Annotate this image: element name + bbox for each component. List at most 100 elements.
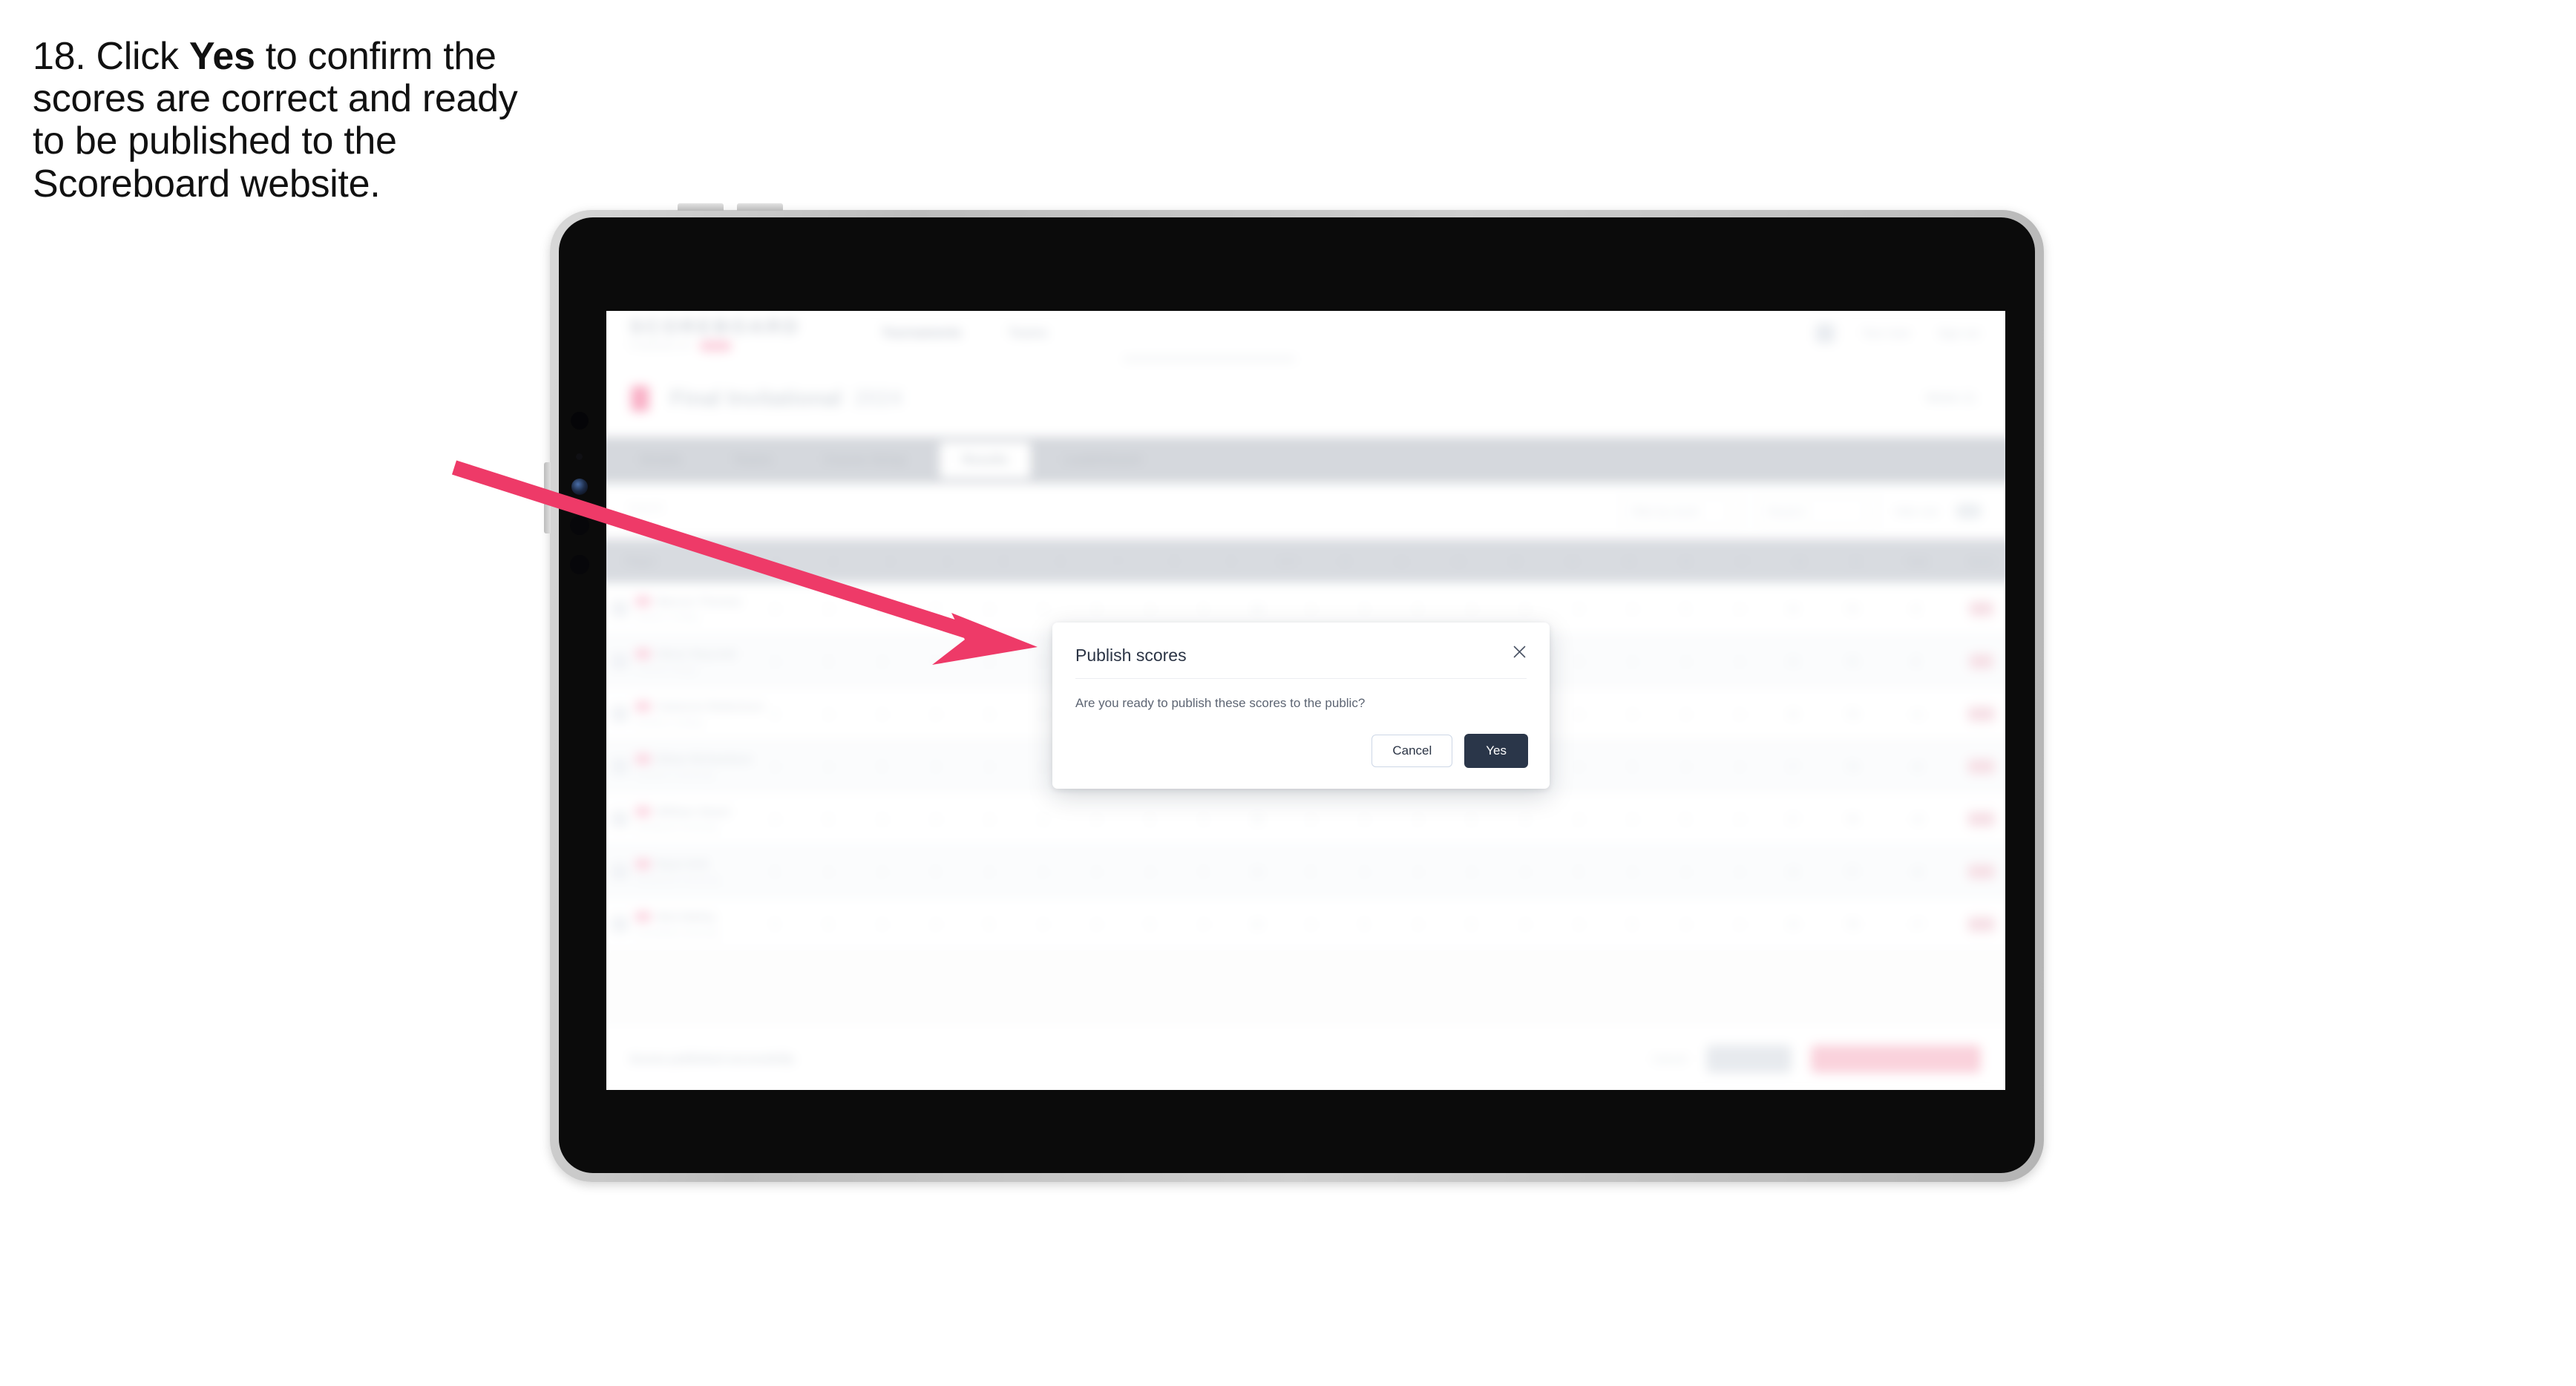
hole-score-cell[interactable]: 5: [909, 845, 963, 897]
hole-score-cell[interactable]: 4: [1713, 792, 1766, 844]
hole-score-cell[interactable]: 4: [1284, 792, 1337, 844]
hole-score-cell[interactable]: 4: [748, 792, 802, 844]
row-checkbox[interactable]: [611, 652, 629, 670]
hole-score-cell[interactable]: 4: [1391, 898, 1444, 950]
hole-score-cell[interactable]: 4: [1605, 845, 1659, 897]
hole-score-cell[interactable]: 4: [1659, 740, 1712, 792]
hole-score-cell[interactable]: 5: [802, 792, 855, 844]
hole-score-cell[interactable]: 5: [1445, 898, 1498, 950]
hole-score-cell[interactable]: 5: [1659, 582, 1712, 634]
nav-item-tournaments[interactable]: Tournaments: [882, 326, 962, 341]
round-select[interactable]: Round 1 ▾: [1757, 496, 1878, 527]
hole-score-cell[interactable]: 4: [1069, 845, 1123, 897]
hole-score-cell[interactable]: 4: [855, 688, 908, 740]
save-all-button[interactable]: Save all: [1706, 1045, 1792, 1073]
row-checkbox[interactable]: [611, 863, 629, 880]
hole-score-cell[interactable]: 3: [963, 688, 1016, 740]
hole-score-cell[interactable]: 4: [1391, 845, 1444, 897]
hole-score-cell[interactable]: 4: [1391, 792, 1444, 844]
hole-score-cell[interactable]: 5: [1659, 792, 1712, 844]
hole-score-cell[interactable]: 3: [909, 740, 963, 792]
footer-cancel-link[interactable]: Cancel: [1652, 1052, 1687, 1065]
hole-score-cell[interactable]: 3: [855, 582, 908, 634]
hole-score-cell[interactable]: 38: [1230, 792, 1284, 844]
table-row[interactable]: 7 Nick Bailey Greenfield University 5 5 4 4 5 4 4…: [606, 898, 2005, 950]
search-input[interactable]: Search: [628, 502, 667, 521]
hole-score-cell[interactable]: 4: [1713, 688, 1766, 740]
hole-score-cell[interactable]: 4: [963, 792, 1016, 844]
hole-score-cell[interactable]: 4: [1713, 845, 1766, 897]
hole-score-cell[interactable]: 4: [802, 582, 855, 634]
hide-cuts-toggle[interactable]: [1955, 503, 1982, 519]
hole-score-cell[interactable]: 3: [1552, 635, 1605, 687]
yes-button[interactable]: Yes: [1464, 734, 1528, 768]
tab-results[interactable]: Results: [940, 441, 1031, 479]
hole-score-cell[interactable]: 3: [1552, 582, 1605, 634]
hole-score-cell[interactable]: 4: [1552, 792, 1605, 844]
hole-score-cell[interactable]: 5: [748, 688, 802, 740]
hole-score-cell[interactable]: 5: [1605, 898, 1659, 950]
hole-score-cell[interactable]: 4: [1337, 845, 1391, 897]
hole-score-cell[interactable]: 4: [1284, 898, 1337, 950]
hole-score-cell[interactable]: 4: [1659, 898, 1712, 950]
hole-score-cell[interactable]: 5: [909, 582, 963, 634]
table-row[interactable]: 6 Ryan Kirk Westbrook University 5 4 4 5 4 4 4 4 5 3…: [606, 845, 2005, 899]
hole-score-cell[interactable]: 3: [1016, 792, 1069, 844]
hole-score-cell[interactable]: 4: [1659, 845, 1712, 897]
hole-score-cell[interactable]: 4: [909, 898, 963, 950]
hole-score-cell[interactable]: 4: [909, 688, 963, 740]
hole-score-cell[interactable]: 4: [1337, 792, 1391, 844]
tab-course-setup[interactable]: Course Setup: [798, 437, 932, 484]
hole-score-cell[interactable]: 39: [1230, 845, 1284, 897]
cancel-button[interactable]: Cancel: [1371, 735, 1453, 767]
hole-score-cell[interactable]: 4: [1713, 898, 1766, 950]
hole-score-cell[interactable]: 4: [963, 740, 1016, 792]
hole-score-cell[interactable]: 4: [1498, 898, 1552, 950]
hole-score-cell[interactable]: 37: [1766, 740, 1820, 792]
row-checkbox[interactable]: [611, 600, 629, 617]
hole-score-cell[interactable]: 4: [1552, 688, 1605, 740]
hole-score-cell[interactable]: 5: [1445, 792, 1498, 844]
hole-score-cell[interactable]: 36: [1766, 635, 1820, 687]
filter-round-select[interactable]: Filter by round ▾: [1621, 496, 1742, 527]
hole-score-cell[interactable]: 5: [963, 898, 1016, 950]
hole-score-cell[interactable]: 5: [1177, 845, 1230, 897]
row-checkbox[interactable]: [611, 915, 629, 933]
volume-up-button[interactable]: [678, 203, 724, 211]
hole-score-cell[interactable]: 5: [1123, 792, 1176, 844]
hole-score-cell[interactable]: 4: [855, 845, 908, 897]
hole-score-cell[interactable]: 4: [1713, 582, 1766, 634]
hole-score-cell[interactable]: 4: [1016, 898, 1069, 950]
hole-score-cell[interactable]: 5: [1177, 792, 1230, 844]
hole-score-cell[interactable]: 4: [1605, 792, 1659, 844]
hole-score-cell[interactable]: 4: [748, 582, 802, 634]
hole-score-cell[interactable]: 4: [1713, 740, 1766, 792]
hole-score-cell[interactable]: 4: [1605, 688, 1659, 740]
close-icon[interactable]: [1508, 640, 1530, 663]
publish-scores-button[interactable]: Publish scores to public: [1811, 1045, 1981, 1073]
hole-score-cell[interactable]: 38: [1766, 845, 1820, 897]
hole-score-cell[interactable]: 3: [855, 635, 908, 687]
hole-score-cell[interactable]: 4: [802, 688, 855, 740]
hole-score-cell[interactable]: 4: [1445, 845, 1498, 897]
hole-score-cell[interactable]: 40: [1230, 898, 1284, 950]
hole-score-cell[interactable]: 4: [748, 740, 802, 792]
avatar[interactable]: [1815, 323, 1835, 344]
hole-score-cell[interactable]: 4: [802, 740, 855, 792]
power-button[interactable]: [544, 462, 551, 533]
hole-score-cell[interactable]: 39: [1766, 898, 1820, 950]
hole-score-cell[interactable]: 4: [1605, 635, 1659, 687]
hole-score-cell[interactable]: 5: [1284, 845, 1337, 897]
tab-teams[interactable]: Teams: [707, 437, 798, 484]
hole-score-cell[interactable]: 37: [1766, 792, 1820, 844]
hole-score-cell[interactable]: 5: [1337, 898, 1391, 950]
hole-score-cell[interactable]: 4: [1659, 635, 1712, 687]
hole-score-cell[interactable]: 4: [963, 582, 1016, 634]
tab-leaderboard[interactable]: Leaderboard: [1038, 437, 1167, 484]
hole-score-cell[interactable]: 5: [748, 845, 802, 897]
hole-score-cell[interactable]: 4: [1552, 740, 1605, 792]
hole-score-cell[interactable]: 5: [802, 635, 855, 687]
hole-score-cell[interactable]: 5: [1552, 845, 1605, 897]
hole-score-cell[interactable]: 4: [963, 635, 1016, 687]
row-checkbox[interactable]: [611, 758, 629, 775]
